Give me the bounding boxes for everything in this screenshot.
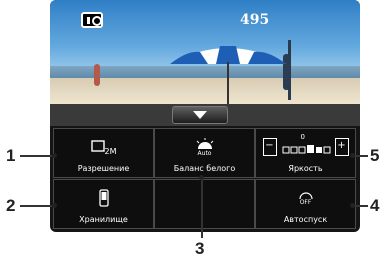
beach-umbrella (170, 46, 286, 104)
callout-dot (350, 153, 355, 158)
callout-3: 3 (195, 239, 205, 258)
callout-dot (52, 203, 57, 208)
phone-storage-icon (54, 186, 153, 210)
brightness-label: Яркость (288, 164, 323, 173)
brightness-plus-button[interactable]: + (334, 138, 349, 156)
resolution-value: 2M (104, 146, 117, 156)
storage-button[interactable]: Хранилище (53, 179, 154, 229)
callout-dot (199, 175, 204, 180)
callout-dot (52, 153, 57, 158)
brightness-scale: − 0 + (256, 133, 355, 159)
callout-4: 4 (370, 196, 380, 215)
callout-dot (350, 203, 355, 208)
callout-line (20, 155, 54, 157)
callout-1: 1 (6, 146, 16, 165)
triangle-down-icon (193, 111, 207, 119)
self-timer-label: Автоспуск (283, 215, 328, 224)
white-balance-label: Баланс белого (173, 164, 236, 173)
person-figure (94, 64, 100, 86)
viewfinder: 495 (50, 0, 360, 104)
white-balance-value: Auto (197, 149, 212, 157)
self-timer-button[interactable]: OFF Автоспуск (255, 179, 356, 229)
callout-2: 2 (6, 196, 16, 215)
settings-panel: 2M Разрешение Auto Баланс белого − 0 + Я… (50, 126, 360, 232)
expand-button[interactable] (172, 106, 228, 124)
resolution-icon: 2M (54, 135, 153, 159)
brightness-minus-button[interactable]: − (262, 138, 277, 156)
self-timer-value: OFF (299, 198, 312, 206)
white-balance-button[interactable]: Auto Баланс белого (154, 128, 255, 178)
callout-line (20, 205, 54, 207)
shot-counter: 495 (240, 12, 270, 28)
callout-line (201, 178, 203, 238)
brightness-level: 0 (300, 133, 305, 141)
resolution-label: Разрешение (77, 164, 130, 173)
brightness-slider[interactable]: 0 (281, 133, 331, 155)
resolution-button[interactable]: 2M Разрешение (53, 128, 154, 178)
white-balance-icon: Auto (155, 135, 254, 159)
empty-slot (154, 179, 255, 229)
timer-icon: OFF (256, 186, 355, 210)
brightness-control: − 0 + Яркость (255, 128, 356, 178)
callout-5: 5 (370, 146, 380, 165)
camera-icon[interactable] (81, 12, 103, 28)
camera-screen: 495 2M Разрешение Auto Баланс белого − 0… (50, 0, 360, 232)
storage-label: Хранилище (79, 215, 128, 224)
